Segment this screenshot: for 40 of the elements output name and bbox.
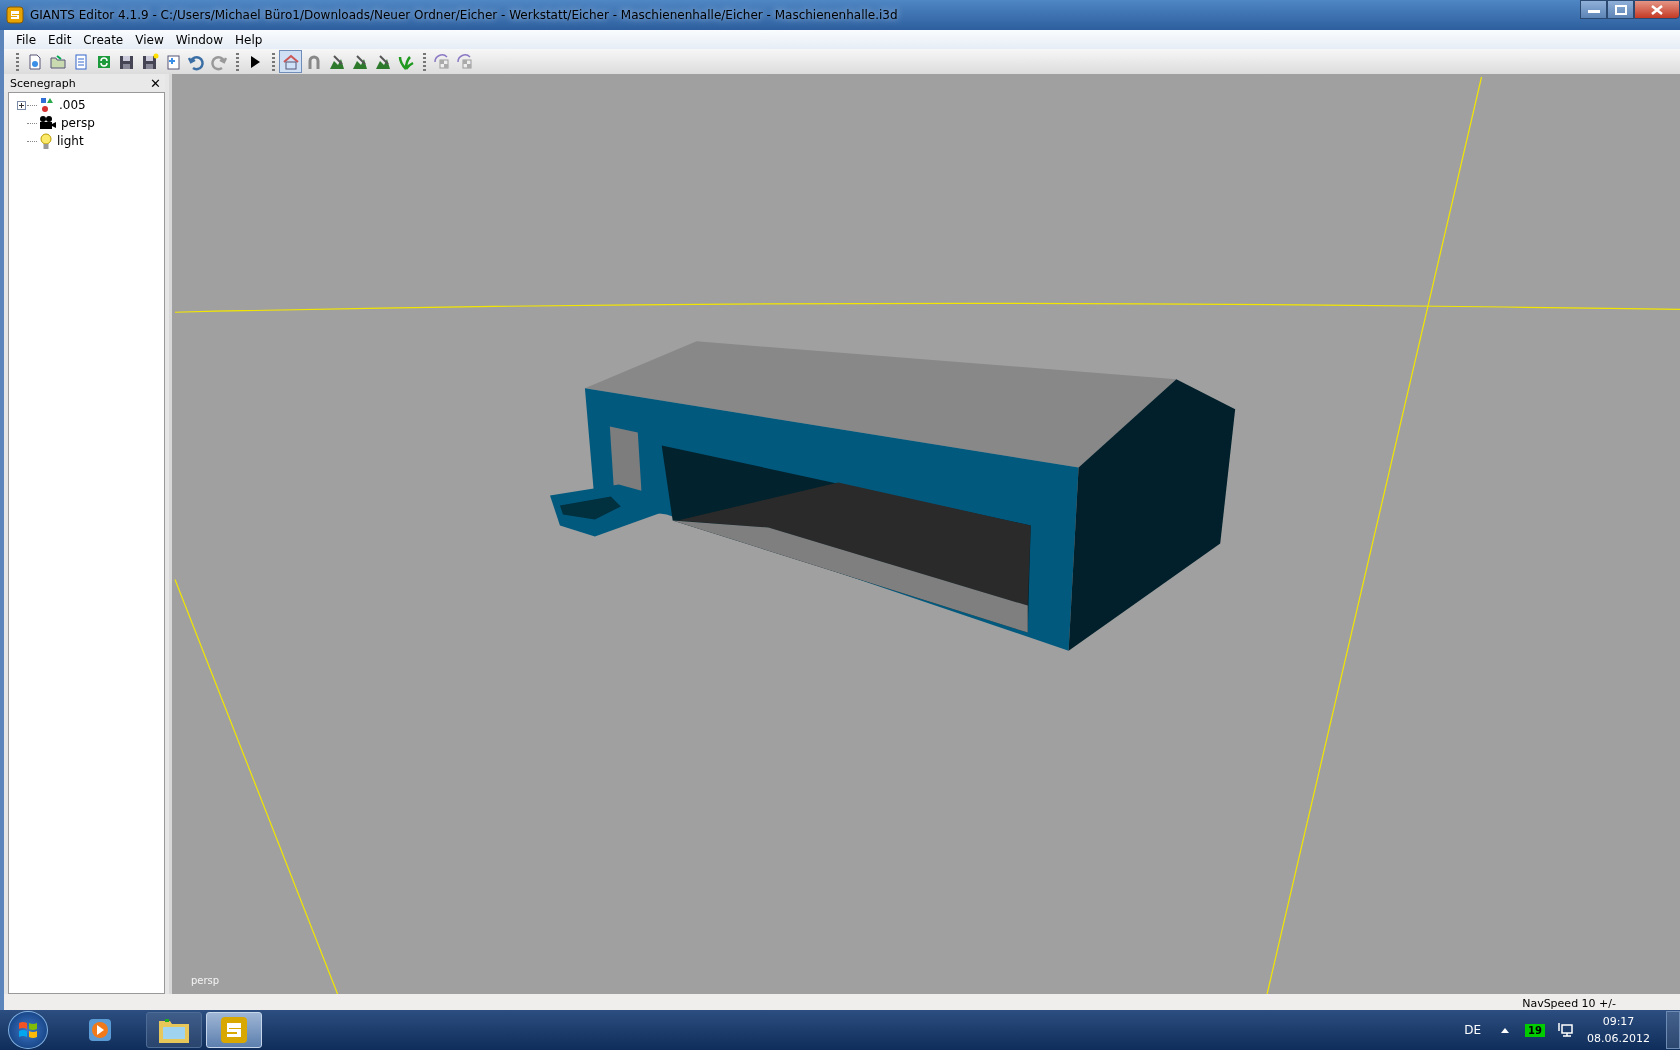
- show-desktop-button[interactable]: [1666, 1011, 1680, 1049]
- toolbar-grip-icon[interactable]: [16, 52, 19, 71]
- window-title: GIANTS Editor 4.1.9 - C:/Users/Michael Büro1/Downloads/Neuer Ordner/Eicher - Werkstatt/Eicher - Maschienenhalle/Eicher - Maschienenhalle.i3d: [30, 8, 898, 22]
- tree-item[interactable]: persp: [61, 116, 95, 130]
- close-icon: [1651, 4, 1663, 15]
- light-bulb-icon: [39, 132, 53, 150]
- panel-title: Scenegraph: [10, 76, 76, 90]
- folder-icon[interactable]: [146, 1012, 202, 1048]
- language-indicator[interactable]: DE: [1464, 1023, 1482, 1037]
- maximize-button[interactable]: [1607, 0, 1634, 19]
- tray-badge[interactable]: 19: [1525, 1023, 1545, 1037]
- close-button[interactable]: [1634, 0, 1680, 19]
- expand-toggle-icon[interactable]: [17, 100, 26, 110]
- start-button[interactable]: [8, 1011, 48, 1049]
- tree-item[interactable]: .005: [59, 98, 86, 112]
- building-drawing[interactable]: [550, 341, 1236, 651]
- network-icon[interactable]: [1557, 1022, 1573, 1038]
- camera-label: persp: [191, 975, 220, 986]
- minimize-button[interactable]: [1580, 0, 1607, 19]
- tree-item[interactable]: light: [57, 134, 84, 148]
- menu-item[interactable]: Create: [77, 32, 130, 47]
- menu-item[interactable]: Window: [169, 32, 230, 47]
- close-button[interactable]: ✕: [150, 75, 161, 91]
- camera-icon: [39, 115, 57, 131]
- clock-date[interactable]: 08.06.2012: [1587, 1030, 1650, 1047]
- status-text: NavSpeed 10 +/-: [1522, 997, 1616, 1010]
- menu-item[interactable]: Help: [229, 32, 269, 47]
- menu-item[interactable]: Edit: [42, 32, 78, 47]
- menu-item[interactable]: View: [129, 32, 170, 47]
- maximize-icon: [1614, 4, 1627, 15]
- menu-item[interactable]: File: [10, 32, 43, 47]
- toolbar-grip-icon[interactable]: [236, 52, 239, 71]
- toolbar-grip-icon[interactable]: [272, 52, 275, 71]
- show-hidden-icons-icon[interactable]: [1501, 1027, 1510, 1033]
- app-icon[interactable]: [206, 1012, 262, 1048]
- toolbar-grip-icon[interactable]: [423, 52, 426, 71]
- app-logo-icon: [6, 6, 24, 24]
- shapes-icon: [39, 97, 55, 113]
- home-icon[interactable]: [279, 50, 302, 73]
- clock-time[interactable]: 09:17: [1602, 1013, 1635, 1030]
